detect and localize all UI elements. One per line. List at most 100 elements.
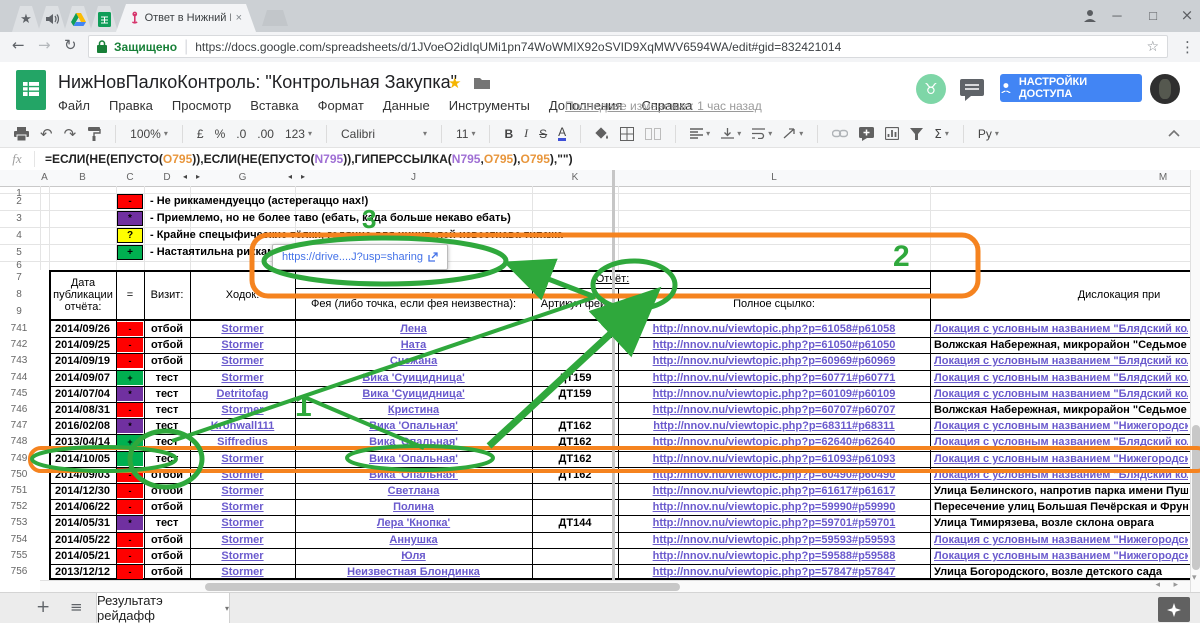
cell-fairy[interactable]: Аннушка	[296, 534, 531, 547]
cell-sku[interactable]	[533, 485, 617, 498]
cell-walker[interactable]: Stormer	[191, 355, 294, 368]
hscroll-left-icon[interactable]: ◂	[1155, 580, 1160, 590]
cell-walker[interactable]: Stormer	[191, 517, 294, 530]
cell-status[interactable]: -	[117, 484, 143, 498]
cell-visit[interactable]: тест	[145, 517, 189, 530]
cell-location[interactable]: Пересечение улиц Большая Печёрская и Фру…	[934, 501, 1188, 514]
cell-date[interactable]: 2014/07/04	[50, 388, 115, 401]
horizontal-align-button[interactable]: ▾	[690, 128, 710, 139]
cell-date[interactable]: 2014/09/03	[50, 469, 115, 482]
cell-visit[interactable]: отбой	[145, 355, 189, 368]
cell-visit[interactable]: тест	[145, 372, 189, 385]
cell-fairy[interactable]: Ната	[296, 339, 531, 352]
cell-status[interactable]: -	[117, 500, 143, 514]
redo-icon[interactable]: ↷	[64, 125, 77, 143]
cell-walker[interactable]: Stormer	[191, 534, 294, 547]
cell-fairy[interactable]: Вика 'Опальная'	[296, 453, 531, 466]
cell-location[interactable]: Локация с условным названием "Нижегородс…	[934, 550, 1188, 563]
cell-date[interactable]: 2014/08/31	[50, 404, 115, 417]
pinned-tab-audio[interactable]	[38, 6, 66, 32]
cell-visit[interactable]: отбой	[145, 485, 189, 498]
row-header-7[interactable]: 7	[0, 271, 38, 285]
cell-sku[interactable]: ДТ144	[533, 517, 617, 530]
header-date[interactable]: Дата публикации отчёта:	[52, 270, 114, 319]
cell-url[interactable]: http://nnov.nu/viewtopic.php?p=61617#p61…	[619, 485, 929, 498]
fill-color-icon[interactable]	[595, 127, 609, 141]
cell-walker[interactable]: Siffredius	[191, 436, 294, 449]
cell-visit[interactable]: тест	[145, 404, 189, 417]
row-header-753[interactable]: 753	[0, 516, 38, 530]
cell-visit[interactable]: тест	[145, 388, 189, 401]
pinned-tab-bookmarks[interactable]: ★	[12, 6, 40, 32]
cell-date[interactable]: 2014/10/05	[50, 453, 115, 466]
new-tab-button[interactable]	[262, 10, 288, 26]
cell-url[interactable]: http://nnov.nu/viewtopic.php?p=60771#p60…	[619, 372, 929, 385]
last-edit-link[interactable]: Последнее изменение: 1 час назад	[565, 99, 762, 113]
cell-visit[interactable]: отбой	[145, 534, 189, 547]
more-formats-button[interactable]: 123▾	[285, 127, 312, 141]
address-bar[interactable]: Защищено | https://docs.google.com/sprea…	[88, 35, 1168, 58]
window-close-button[interactable]: ×	[1172, 2, 1200, 28]
add-sheet-icon[interactable]: +	[36, 597, 50, 617]
cell-fairy[interactable]: Светлана	[296, 485, 531, 498]
header-fairy[interactable]: Фея (либо точка, если фея неизвестна):	[296, 288, 531, 320]
column-header-B[interactable]: B	[49, 170, 117, 187]
cell-date[interactable]: 2014/05/21	[50, 550, 115, 563]
insert-comment-icon[interactable]	[859, 127, 874, 141]
row-header-4[interactable]: 4	[0, 229, 38, 243]
header-walker[interactable]: Ходок:	[191, 270, 294, 319]
paint-format-icon[interactable]	[87, 127, 101, 141]
tab-close-icon[interactable]: ×	[236, 12, 242, 24]
cell-status[interactable]: +	[117, 452, 143, 466]
filter-icon[interactable]	[910, 128, 923, 140]
cell-walker[interactable]: Stormer	[191, 404, 294, 417]
back-icon[interactable]: ←	[12, 36, 25, 54]
format-currency-button[interactable]: £	[197, 127, 204, 141]
decrease-decimals-button[interactable]: .0	[236, 127, 246, 141]
cell-status[interactable]: *	[117, 419, 143, 433]
header-link[interactable]: Полное сцылко:	[619, 288, 929, 320]
cell-status[interactable]: *	[117, 387, 143, 401]
cell-location[interactable]: Улица Белинского, напротив парка имени П…	[934, 485, 1188, 498]
formula-text[interactable]: =ЕСЛИ(НЕ(ЕПУСТО(O795)),ЕСЛИ(НЕ(ЕПУСТО(N7…	[35, 152, 573, 166]
cell-sku[interactable]	[533, 501, 617, 514]
cell-location[interactable]: Волжская Набережная, микрорайон "Седьмое…	[934, 404, 1188, 417]
insert-link-icon[interactable]	[832, 129, 848, 138]
cell-visit[interactable]: отбой	[145, 339, 189, 352]
vscroll-down-icon[interactable]: ▾	[1192, 573, 1197, 583]
menu-Просмотр[interactable]: Просмотр	[172, 98, 231, 113]
zoom-select[interactable]: 100%▾	[130, 127, 168, 141]
cell-status[interactable]: -	[117, 354, 143, 368]
all-sheets-icon[interactable]: ≡	[70, 598, 83, 616]
cell-walker[interactable]: Stormer	[191, 372, 294, 385]
cell-url[interactable]: http://nnov.nu/viewtopic.php?p=57847#p57…	[619, 566, 929, 579]
cell-location[interactable]: Локация с условным названием "Блядский к…	[934, 436, 1188, 449]
cell-status[interactable]: -	[117, 338, 143, 352]
undo-icon[interactable]: ↶	[40, 125, 53, 143]
user-avatar[interactable]	[1150, 74, 1180, 104]
window-minimize-button[interactable]: ─	[1102, 2, 1132, 28]
cell-visit[interactable]: отбой	[145, 501, 189, 514]
cell-date[interactable]: 2016/02/08	[50, 420, 115, 433]
tooltip-link[interactable]: https://drive....J?usp=sharing	[282, 251, 423, 263]
hscroll-right-icon[interactable]: ▸	[1173, 580, 1178, 590]
vscroll-thumb[interactable]	[1192, 425, 1200, 570]
row-header-746[interactable]: 746	[0, 403, 38, 417]
row-header-756[interactable]: 756	[0, 565, 38, 579]
cell-fairy[interactable]: Снежана	[296, 355, 531, 368]
header-sku[interactable]: Артикул феи:	[533, 288, 617, 320]
cell-walker[interactable]: Stormer	[191, 550, 294, 563]
vertical-scrollbar[interactable]: ▾	[1190, 170, 1200, 592]
cell-status[interactable]: -	[117, 565, 143, 579]
menu-Вставка[interactable]: Вставка	[250, 98, 298, 113]
cell-sku[interactable]: ДТ162	[533, 453, 617, 466]
cell-walker[interactable]: Detritofag	[191, 388, 294, 401]
cell-visit[interactable]: отбой	[145, 323, 189, 336]
cell-location[interactable]: Улица Богородского, возле детского сада	[934, 566, 1188, 579]
increase-decimals-button[interactable]: .00	[257, 127, 274, 141]
bold-button[interactable]: B	[504, 127, 513, 141]
cell-url[interactable]: http://nnov.nu/viewtopic.php?p=60969#p60…	[619, 355, 929, 368]
cell-walker[interactable]: Stormer	[191, 485, 294, 498]
comment-icon[interactable]	[960, 79, 984, 101]
cell-visit[interactable]: отбой	[145, 469, 189, 482]
